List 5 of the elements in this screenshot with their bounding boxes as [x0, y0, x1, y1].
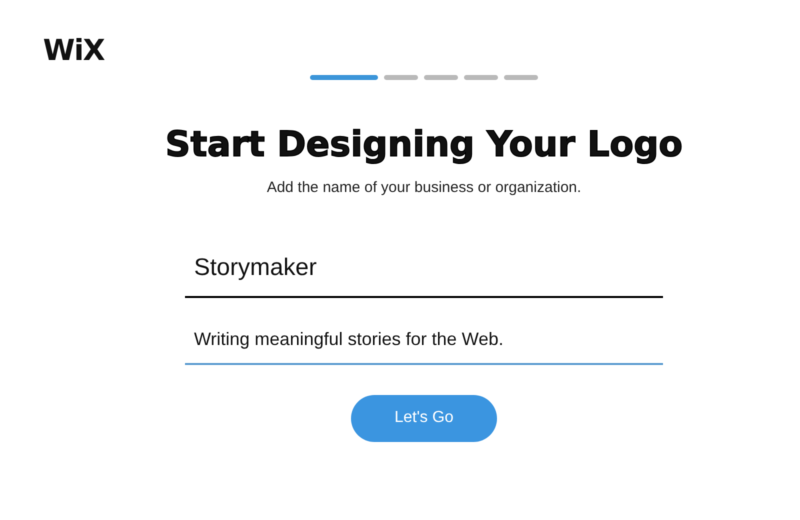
page-title: Start Designing Your Logo [165, 128, 683, 163]
business-name-field[interactable]: Storymaker [185, 250, 663, 298]
subtitle: Add the name of your business or organization. [266, 178, 582, 198]
logo: WiX [43, 36, 104, 65]
tagline-field[interactable]: Writing meaningful stories for the Web. [185, 326, 663, 364]
